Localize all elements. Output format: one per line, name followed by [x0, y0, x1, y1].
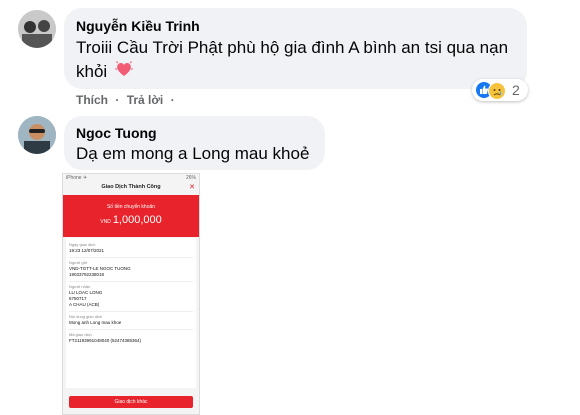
comment-author[interactable]: Nguyễn Kiều Trinh	[76, 18, 200, 34]
other-transaction-button: Giao dịch khác	[69, 396, 193, 408]
divider	[69, 329, 193, 330]
phone-status-bar: iPhone ✈ 26%	[63, 174, 199, 182]
field-label: Mã giao dịch	[69, 332, 92, 337]
comment-text-line2: khỏi	[76, 60, 133, 85]
reaction-summary[interactable]: 2	[472, 79, 528, 101]
amount-number: 1,000,000	[112, 214, 162, 226]
status-battery: 26%	[185, 175, 196, 181]
close-icon: ✕	[189, 184, 195, 191]
separator-dot: ·	[115, 93, 120, 107]
reaction-count: 2	[512, 82, 520, 98]
beating-heart-icon	[114, 60, 133, 85]
field-label: Người gửi	[69, 260, 88, 265]
receipt-details: Ngày giao dịch 19:23 12/07/2021 Người gử…	[66, 238, 196, 388]
avatar[interactable]	[18, 10, 56, 48]
field-value: 19:23 12/07/2021	[69, 248, 105, 253]
avatar-photo	[18, 10, 56, 48]
field-value: FT21193991048040 (52474385364)	[69, 338, 141, 343]
field-value: A CHAU (ACB)	[69, 302, 100, 307]
receipt-title: Giao Dịch Thành Công	[101, 184, 161, 190]
field-label: Người nhận	[69, 284, 91, 289]
divider	[69, 281, 193, 282]
comment-author[interactable]: Ngoc Tuong	[76, 125, 157, 141]
comment-bubble: Nguyễn Kiều Trinh Troiii Cầu Trời Phật p…	[64, 8, 527, 89]
like-link[interactable]: Thích	[76, 93, 108, 107]
divider	[69, 311, 193, 312]
comment-text: Troiii Cầu Trời Phật phù hộ gia đình A b…	[76, 38, 509, 57]
divider	[69, 257, 193, 258]
amount-value: VND 1,000,000	[63, 214, 199, 226]
comment-text: Dạ em mong a Long mau khoẻ	[76, 144, 310, 163]
field-label: Ngày giao dịch	[69, 242, 96, 247]
comment-actions: Thích · Trả lời ·	[76, 93, 179, 107]
amount-label: Số tiền chuyển khoản	[106, 204, 156, 210]
field-value: Mong anh Long mau khoe	[69, 320, 122, 325]
currency-label: VND	[100, 219, 111, 225]
transfer-receipt-image[interactable]: iPhone ✈ 26% Giao Dịch Thành Công ✕ Số t…	[62, 173, 200, 415]
comment-text-end: khỏi	[76, 62, 108, 81]
comment-bubble: Ngoc Tuong Dạ em mong a Long mau khoẻ	[64, 116, 325, 170]
sad-icon	[488, 82, 506, 100]
separator-dot: ·	[170, 93, 175, 107]
avatar[interactable]	[18, 116, 56, 154]
status-carrier: iPhone ✈	[66, 175, 88, 181]
field-label: Nội dung giao dịch	[69, 314, 103, 319]
field-value: 19033792238018	[69, 272, 105, 277]
avatar-photo	[18, 116, 56, 154]
reply-link[interactable]: Trả lời	[127, 93, 164, 107]
amount-panel: Số tiền chuyển khoản VND 1,000,000	[63, 195, 199, 237]
